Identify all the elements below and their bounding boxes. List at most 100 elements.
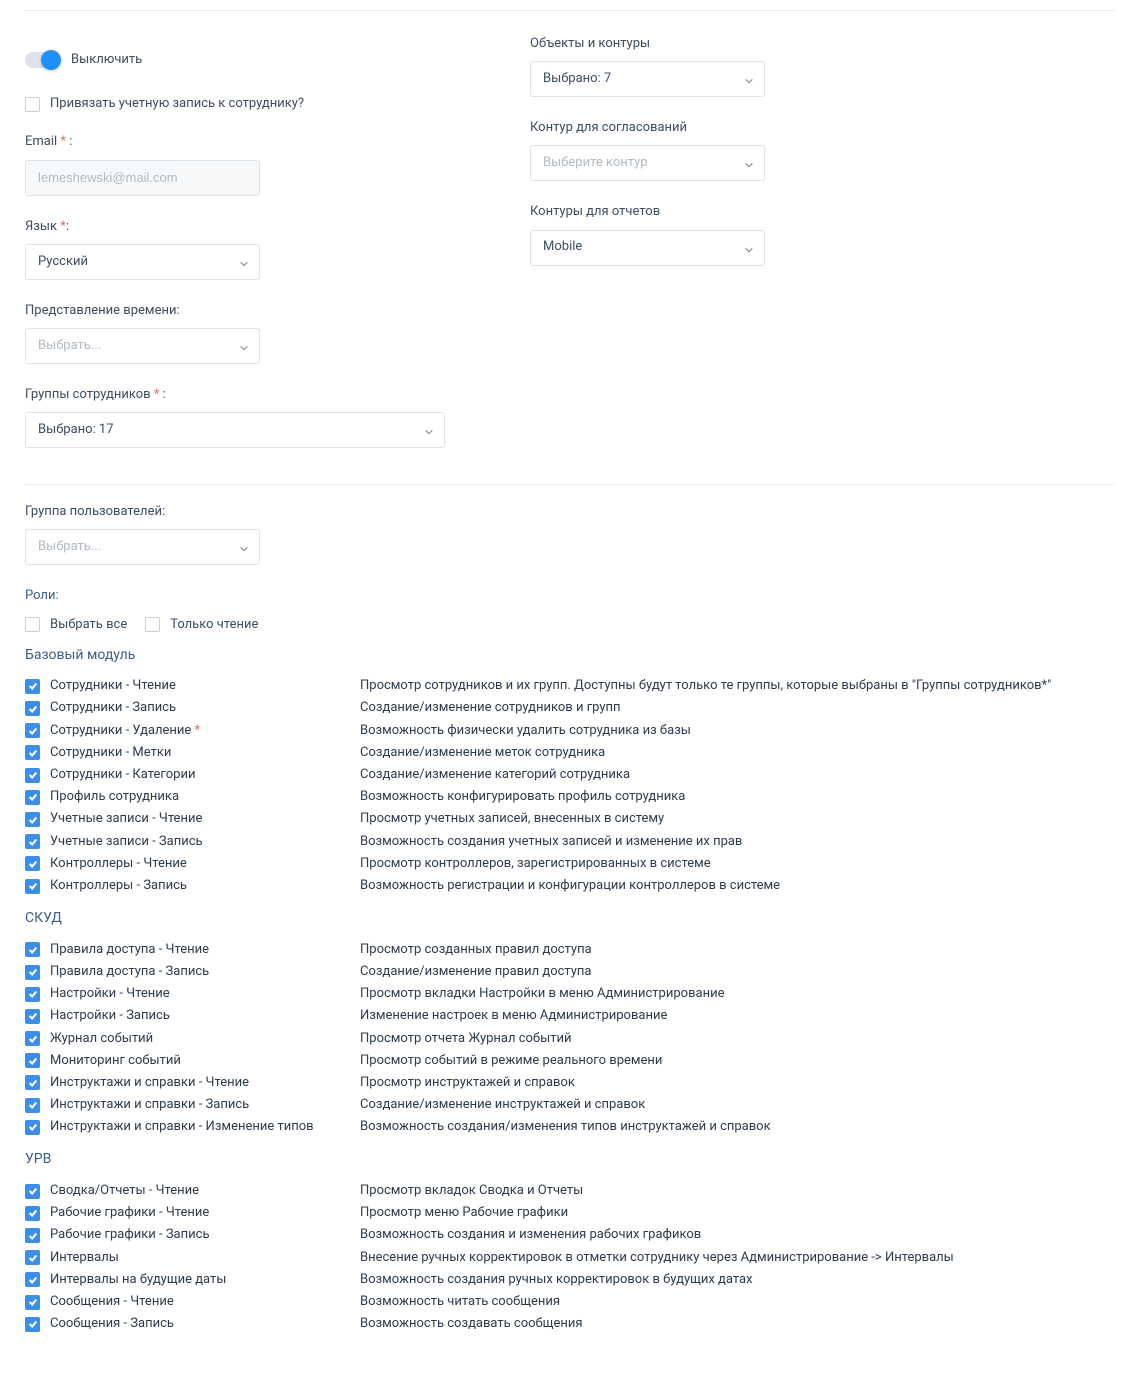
language-select[interactable]: Русский bbox=[25, 244, 260, 280]
permission-row: Контроллеры - ЧтениеПросмотр контроллеро… bbox=[25, 853, 1115, 875]
permission-checkbox[interactable] bbox=[25, 812, 40, 827]
permission-name: Сводка/Отчеты - Чтение bbox=[50, 1182, 199, 1200]
read-only-checkbox[interactable] bbox=[145, 617, 160, 632]
permission-row: Рабочие графики - ЗаписьВозможность созд… bbox=[25, 1224, 1115, 1246]
permission-name: Мониторинг событий bbox=[50, 1052, 181, 1070]
permission-checkbox[interactable] bbox=[25, 1120, 40, 1135]
permission-checkbox[interactable] bbox=[25, 942, 40, 957]
permission-name: Учетные записи - Запись bbox=[50, 833, 203, 851]
permission-checkbox[interactable] bbox=[25, 1031, 40, 1046]
objects-contours-select[interactable]: Выбрано: 7 bbox=[530, 61, 765, 97]
language-select-value: Русский bbox=[38, 253, 88, 271]
module-title: Базовый модуль bbox=[25, 646, 1115, 666]
approval-contour-label: Контур для согласований bbox=[530, 119, 1115, 137]
permission-row: Сообщения - ЧтениеВозможность читать соо… bbox=[25, 1291, 1115, 1313]
permission-row: Сотрудники - МеткиСоздание/изменение мет… bbox=[25, 742, 1115, 764]
permission-checkbox[interactable] bbox=[25, 1317, 40, 1332]
employee-groups-value: Выбрано: 17 bbox=[38, 421, 114, 439]
permission-description: Возможность создания ручных корректирово… bbox=[360, 1271, 1115, 1289]
permission-name: Контроллеры - Чтение bbox=[50, 855, 187, 873]
user-group-placeholder: Выбрать... bbox=[38, 538, 101, 556]
permission-checkbox[interactable] bbox=[25, 1075, 40, 1090]
permission-row: Рабочие графики - ЧтениеПросмотр меню Ра… bbox=[25, 1202, 1115, 1224]
permission-description: Создание/изменение категорий сотрудника bbox=[360, 766, 1115, 784]
report-contours-value: Mobile bbox=[543, 238, 582, 256]
permission-checkbox[interactable] bbox=[25, 745, 40, 760]
permission-row: Правила доступа - ЧтениеПросмотр созданн… bbox=[25, 939, 1115, 961]
permission-checkbox[interactable] bbox=[25, 1053, 40, 1068]
permission-name: Рабочие графики - Чтение bbox=[50, 1204, 209, 1222]
report-contours-select[interactable]: Mobile bbox=[530, 230, 765, 266]
chevron-down-icon bbox=[239, 341, 249, 351]
employee-groups-select[interactable]: Выбрано: 17 bbox=[25, 412, 445, 448]
permission-description: Возможность физически удалить сотрудника… bbox=[360, 722, 1115, 740]
permission-row: Сотрудники - Категории Создание/изменение… bbox=[25, 764, 1115, 786]
permission-description: Просмотр событий в режиме реального врем… bbox=[360, 1052, 1115, 1070]
chevron-down-icon bbox=[744, 243, 754, 253]
link-to-employee-label: Привязать учетную запись к сотруднику? bbox=[50, 95, 304, 113]
permission-name: Сотрудники - Чтение bbox=[50, 677, 176, 695]
permission-name: Интервалы на будущие даты bbox=[50, 1271, 226, 1289]
approval-contour-select[interactable]: Выберите контур bbox=[530, 145, 765, 181]
permission-checkbox[interactable] bbox=[25, 965, 40, 980]
language-label: Язык *: bbox=[25, 218, 530, 236]
permission-description: Просмотр сотрудников и их групп. Доступн… bbox=[360, 677, 1115, 695]
permission-checkbox[interactable] bbox=[25, 701, 40, 716]
permission-checkbox[interactable] bbox=[25, 1184, 40, 1199]
link-to-employee-checkbox[interactable] bbox=[25, 97, 40, 112]
time-representation-placeholder: Выбрать... bbox=[38, 337, 101, 355]
permission-checkbox[interactable] bbox=[25, 790, 40, 805]
permission-description: Создание/изменение инструктажей и справо… bbox=[360, 1096, 1115, 1114]
permission-checkbox[interactable] bbox=[25, 987, 40, 1002]
permission-description: Создание/изменение сотрудников и групп bbox=[360, 699, 1115, 717]
permission-checkbox[interactable] bbox=[25, 879, 40, 894]
email-field[interactable] bbox=[25, 160, 260, 196]
permission-name: Сотрудники - Категории bbox=[50, 766, 195, 784]
user-group-select[interactable]: Выбрать... bbox=[25, 529, 260, 565]
permission-checkbox[interactable] bbox=[25, 834, 40, 849]
approval-contour-placeholder: Выберите контур bbox=[543, 154, 648, 172]
permission-row: Сотрудники - Удаление *Возможность физич… bbox=[25, 720, 1115, 742]
permission-description: Создание/изменение правил доступа bbox=[360, 963, 1115, 981]
permission-checkbox[interactable] bbox=[25, 723, 40, 738]
permission-name: Настройки - Чтение bbox=[50, 985, 170, 1003]
objects-contours-value: Выбрано: 7 bbox=[543, 70, 611, 88]
permission-checkbox[interactable] bbox=[25, 1295, 40, 1310]
permission-row: Сообщения - ЗаписьВозможность создавать … bbox=[25, 1313, 1115, 1335]
permission-row: Инструктажи и справки - ЗаписьСоздание/и… bbox=[25, 1094, 1115, 1116]
permission-description: Просмотр вкладок Сводка и Отчеты bbox=[360, 1182, 1115, 1200]
permission-description: Возможность создания и изменения рабочих… bbox=[360, 1226, 1115, 1244]
employee-groups-label: Группы сотрудников * : bbox=[25, 386, 530, 404]
enable-toggle-label: Выключить bbox=[71, 51, 142, 69]
permission-row: Журнал событийПросмотр отчета Журнал соб… bbox=[25, 1028, 1115, 1050]
permission-description: Просмотр вкладки Настройки в меню Админи… bbox=[360, 985, 1115, 1003]
time-representation-label: Представление времени: bbox=[25, 302, 530, 320]
permission-checkbox[interactable] bbox=[25, 1009, 40, 1024]
permission-checkbox[interactable] bbox=[25, 1098, 40, 1113]
permission-row: Инструктажи и справки - Изменение типовВ… bbox=[25, 1116, 1115, 1138]
permission-checkbox[interactable] bbox=[25, 1206, 40, 1221]
permission-name: Профиль сотрудника bbox=[50, 788, 179, 806]
email-label: Email * : bbox=[25, 133, 530, 151]
permission-checkbox[interactable] bbox=[25, 768, 40, 783]
permission-name: Сотрудники - Запись bbox=[50, 699, 176, 717]
user-group-label: Группа пользователей: bbox=[25, 503, 1115, 521]
permission-description: Возможность читать сообщения bbox=[360, 1293, 1115, 1311]
permission-checkbox[interactable] bbox=[25, 1272, 40, 1287]
select-all-checkbox[interactable] bbox=[25, 617, 40, 632]
permission-description: Возможность создавать сообщения bbox=[360, 1315, 1115, 1333]
permission-row: Учетные записи - ЧтениеПросмотр учетных … bbox=[25, 808, 1115, 830]
permission-row: Сотрудники - Чтение Просмотр сотрудников … bbox=[25, 675, 1115, 697]
permission-checkbox[interactable] bbox=[25, 1228, 40, 1243]
permission-checkbox[interactable] bbox=[25, 679, 40, 694]
time-representation-select[interactable]: Выбрать... bbox=[25, 328, 260, 364]
permission-checkbox[interactable] bbox=[25, 856, 40, 871]
permission-name: Правила доступа - Чтение bbox=[50, 941, 209, 959]
permission-row: Учетные записи - ЗаписьВозможность созда… bbox=[25, 831, 1115, 853]
permission-row: Инструктажи и справки - ЧтениеПросмотр и… bbox=[25, 1072, 1115, 1094]
permission-row: Сотрудники - Запись Создание/изменение со… bbox=[25, 697, 1115, 719]
permission-name: Сотрудники - Метки bbox=[50, 744, 171, 762]
module-title: СКУД bbox=[25, 909, 1115, 929]
permission-row: Мониторинг событий Просмотр событий в реж… bbox=[25, 1050, 1115, 1072]
enable-toggle[interactable] bbox=[25, 52, 57, 68]
